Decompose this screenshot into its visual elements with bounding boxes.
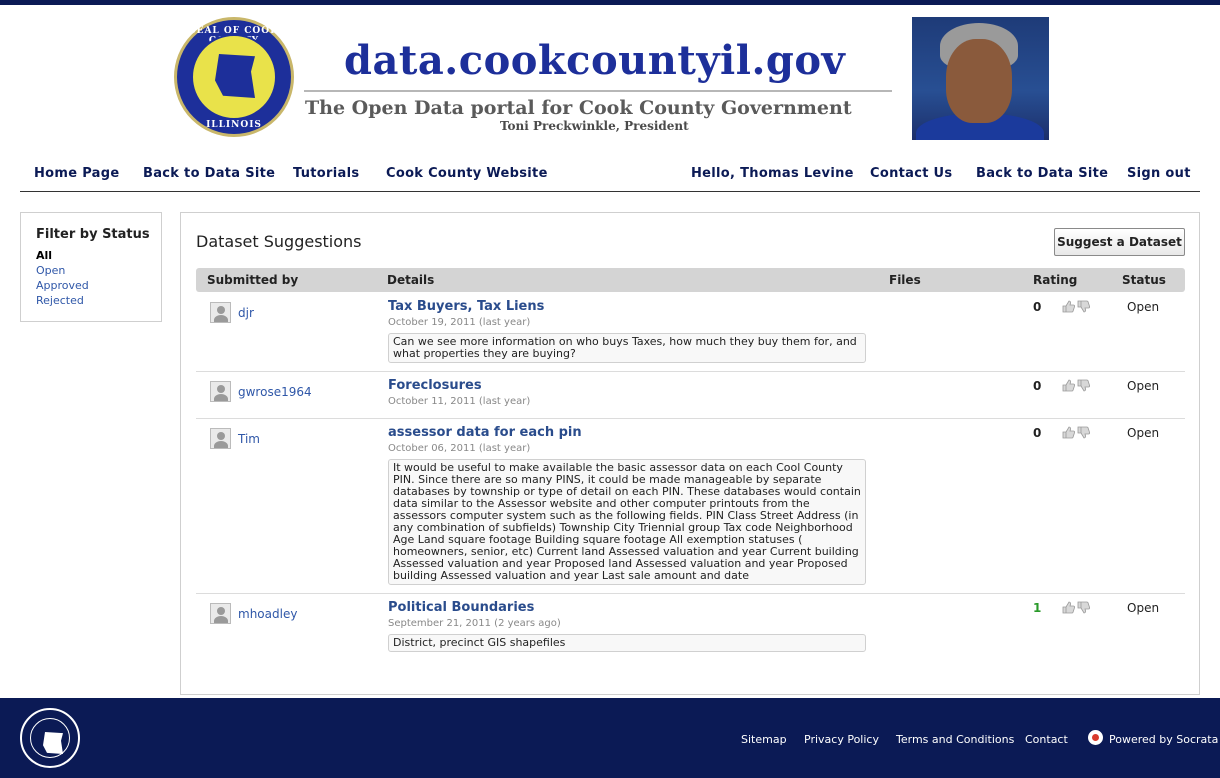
seal-inner-circle	[191, 34, 277, 120]
vote-controls	[1062, 300, 1092, 314]
status-text: Open	[1127, 300, 1160, 314]
rating-value: 0	[1033, 426, 1042, 440]
rating-value: 0	[1033, 379, 1042, 393]
column-rating: Rating	[1033, 273, 1078, 287]
suggestion-title-link[interactable]: Foreclosures	[388, 378, 482, 393]
president-name: Toni Preckwinkle, President	[500, 119, 689, 133]
suggestions-panel: Dataset Suggestions Suggest a Dataset Su…	[180, 212, 1200, 695]
suggestion-title-link[interactable]: Political Boundaries	[388, 600, 534, 615]
filter-title: Filter by Status	[36, 227, 150, 242]
nav-back-to-data-site-right[interactable]: Back to Data Site	[976, 166, 1108, 181]
footer-privacy-policy-link[interactable]: Privacy Policy	[804, 733, 879, 746]
submitter-link[interactable]: gwrose1964	[238, 385, 312, 399]
thumbs-down-icon[interactable]	[1077, 300, 1090, 313]
user-avatar-icon	[210, 603, 231, 624]
thumbs-up-icon[interactable]	[1062, 300, 1075, 313]
site-footer: Sitemap Privacy Policy Terms and Conditi…	[0, 698, 1220, 778]
suggestion-date: September 21, 2011 (2 years ago)	[388, 618, 561, 629]
table-row: mhoadley Political Boundaries September …	[196, 594, 1185, 664]
footer-terms-link[interactable]: Terms and Conditions	[896, 733, 1014, 746]
column-details: Details	[387, 273, 435, 287]
suggestion-title-link[interactable]: Tax Buyers, Tax Liens	[388, 299, 544, 314]
footer-powered-by-socrata-link[interactable]: Powered by Socrata	[1109, 733, 1218, 746]
table-row: Tim assessor data for each pin October 0…	[196, 419, 1185, 594]
suggestion-description: District, precinct GIS shapefiles	[388, 634, 866, 652]
status-text: Open	[1127, 601, 1160, 615]
thumbs-up-icon[interactable]	[1062, 601, 1075, 614]
vote-controls	[1062, 601, 1092, 615]
rating-value: 0	[1033, 300, 1042, 314]
footer-sitemap-link[interactable]: Sitemap	[741, 733, 787, 746]
banner-content: SEAL OF COOK COUNTY ILLINOIS data.cookco…	[160, 15, 1052, 141]
submitter-link[interactable]: mhoadley	[238, 607, 297, 621]
user-avatar-icon	[210, 302, 231, 323]
user-avatar-icon	[210, 381, 231, 402]
status-text: Open	[1127, 379, 1160, 393]
user-avatar-icon	[210, 428, 231, 449]
suggestion-title-link[interactable]: assessor data for each pin	[388, 425, 582, 440]
thumbs-down-icon[interactable]	[1077, 379, 1090, 392]
submitter-link[interactable]: djr	[238, 306, 254, 320]
county-map-icon	[43, 732, 63, 754]
vote-controls	[1062, 379, 1092, 393]
thumbs-up-icon[interactable]	[1062, 379, 1075, 392]
filter-approved[interactable]: Approved	[36, 278, 161, 293]
vote-controls	[1062, 426, 1092, 440]
suggestion-description: Can we see more information on who buys …	[388, 333, 866, 363]
thumbs-down-icon[interactable]	[1077, 426, 1090, 439]
table-row: gwrose1964 Foreclosures October 11, 2011…	[196, 372, 1185, 419]
status-filter-panel: Filter by Status All Open Approved Rejec…	[20, 212, 162, 322]
submitter-link[interactable]: Tim	[238, 432, 260, 446]
cook-county-seal-logo: SEAL OF COOK COUNTY ILLINOIS	[174, 17, 294, 137]
suggestion-date: October 06, 2011 (last year)	[388, 443, 531, 454]
nav-home-page[interactable]: Home Page	[34, 166, 119, 181]
nav-back-to-data-site[interactable]: Back to Data Site	[143, 166, 275, 181]
column-files: Files	[889, 273, 921, 287]
status-text: Open	[1127, 426, 1160, 440]
site-banner: SEAL OF COOK COUNTY ILLINOIS data.cookco…	[0, 5, 1220, 155]
nav-tutorials[interactable]: Tutorials	[293, 166, 359, 181]
nav-cook-county-website[interactable]: Cook County Website	[386, 166, 548, 181]
table-row: djr Tax Buyers, Tax Liens October 19, 20…	[196, 293, 1185, 372]
rating-value: 1	[1033, 601, 1042, 615]
portrait-face	[946, 39, 1012, 123]
president-portrait	[912, 17, 1049, 140]
column-status: Status	[1122, 273, 1166, 287]
site-subtitle: The Open Data portal for Cook County Gov…	[305, 97, 852, 119]
filter-rejected[interactable]: Rejected	[36, 293, 161, 308]
filter-open[interactable]: Open	[36, 263, 161, 278]
page-title: Dataset Suggestions	[196, 232, 362, 251]
nav-contact-us[interactable]: Contact Us	[870, 166, 952, 181]
socrata-icon	[1088, 730, 1103, 745]
site-title: data.cookcountyil.gov	[344, 37, 846, 84]
nav-sign-out[interactable]: Sign out	[1127, 166, 1191, 181]
suggestion-description: It would be useful to make available the…	[388, 459, 866, 585]
main-nav: Home Page Back to Data Site Tutorials Co…	[20, 158, 1200, 192]
footer-seal-inner	[30, 718, 70, 758]
seal-text-bottom: ILLINOIS	[206, 120, 262, 130]
filter-all[interactable]: All	[36, 248, 161, 263]
title-divider	[304, 90, 892, 92]
thumbs-up-icon[interactable]	[1062, 426, 1075, 439]
suggest-dataset-button[interactable]: Suggest a Dataset	[1054, 228, 1185, 256]
thumbs-down-icon[interactable]	[1077, 601, 1090, 614]
nav-user-greeting[interactable]: Hello, Thomas Levine	[691, 166, 854, 181]
suggestion-date: October 11, 2011 (last year)	[388, 396, 531, 407]
footer-seal-logo	[20, 708, 80, 768]
suggestion-date: October 19, 2011 (last year)	[388, 317, 531, 328]
county-map-icon	[215, 54, 255, 98]
column-submitted-by: Submitted by	[207, 273, 299, 287]
table-header: Submitted by Details Files Rating Status	[196, 268, 1185, 292]
footer-contact-link[interactable]: Contact	[1025, 733, 1068, 746]
